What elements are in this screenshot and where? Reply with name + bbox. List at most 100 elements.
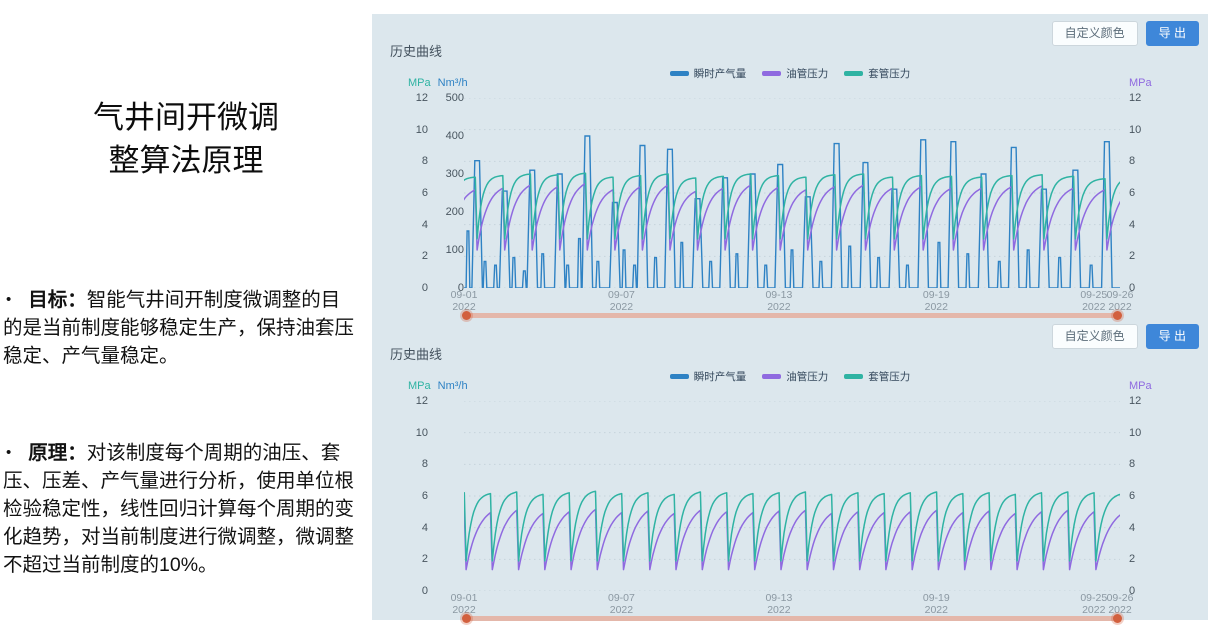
y-axis-mpa-left: 121086420 [400, 401, 428, 591]
bullet-goal: •目标：智能气井间开制度微调整的目的是当前制度能够稳定生产，保持油套压稳定、产气… [3, 286, 359, 370]
y-axis-unit-label: Nm³/h [438, 77, 468, 89]
y-axis-headers-left: MPa Nm³/h [408, 77, 468, 89]
legend-label: 油管压力 [786, 66, 828, 81]
y-axis-unit-label: Nm³/h [438, 380, 468, 392]
y-tick-label: 6 [1129, 490, 1135, 502]
chart-legend: 瞬时产气量 油管压力 套管压力 [372, 66, 1208, 81]
x-tick-label: 09-192022 [923, 593, 950, 616]
y-tick-label: 4 [1129, 522, 1135, 534]
bullet-principle: •原理：对该制度每个周期的油压、套压、压差、产气量进行分析，使用单位根检验稳定性… [3, 439, 359, 579]
x-tick-label: 09-262022 [1107, 593, 1134, 616]
y-tick-label: 0 [422, 585, 428, 597]
slider-handle-left[interactable] [462, 614, 471, 623]
x-tick-label: 09-012022 [451, 593, 478, 616]
y-tick-label: 10 [1129, 427, 1141, 439]
plot-area[interactable] [464, 98, 1120, 288]
bullet-goal-lead: 目标： [28, 289, 87, 311]
x-tick-label: 09-012022 [451, 290, 478, 313]
legend-swatch [844, 374, 863, 379]
y-axis-unit-label: MPa [1129, 77, 1152, 89]
y-tick-label: 4 [422, 522, 428, 534]
custom-color-button[interactable]: 自定义颜色 [1052, 324, 1138, 349]
y-tick-label: 8 [1129, 155, 1135, 167]
y-tick-label: 300 [446, 168, 464, 180]
slide-title-line-1: 气井间开微调 [0, 96, 372, 139]
y-tick-label: 400 [446, 130, 464, 142]
y-tick-label: 12 [416, 92, 428, 104]
legend-label: 瞬时产气量 [694, 66, 747, 81]
time-range-slider[interactable] [464, 614, 1120, 623]
slide-title: 气井间开微调 整算法原理 [0, 96, 372, 182]
plot-area[interactable] [464, 401, 1120, 591]
y-tick-label: 2 [1129, 250, 1135, 262]
x-tick-label: 09-192022 [923, 290, 950, 313]
legend-item[interactable]: 套管压力 [844, 369, 910, 384]
y-axis-headers-left: MPa Nm³/h [408, 380, 468, 392]
legend-label: 油管压力 [786, 369, 828, 384]
custom-color-button[interactable]: 自定义颜色 [1052, 21, 1138, 46]
y-tick-label: 12 [416, 395, 428, 407]
legend-label: 瞬时产气量 [694, 369, 747, 384]
y-tick-label: 6 [422, 490, 428, 502]
x-tick-label: 09-072022 [608, 593, 635, 616]
y-tick-label: 2 [1129, 553, 1135, 565]
y-tick-label: 100 [446, 244, 464, 256]
legend-item[interactable]: 瞬时产气量 [670, 369, 747, 384]
y-tick-label: 2 [422, 553, 428, 565]
history-chart-top: 自定义颜色 导 出 历史曲线 瞬时产气量 油管压力 套管压力 MPa Nm³/h MP… [372, 14, 1208, 317]
chart-toolbar: 自定义颜色 导 出 [1052, 21, 1199, 46]
y-axis-nm3h-left: 5004003002001000 [434, 98, 464, 288]
legend-item[interactable]: 套管压力 [844, 66, 910, 81]
y-axis-nm3h-left [434, 401, 464, 591]
y-tick-label: 12 [1129, 395, 1141, 407]
slide-title-line-2: 整算法原理 [0, 139, 372, 182]
y-tick-label: 8 [422, 458, 428, 470]
export-button[interactable]: 导 出 [1146, 21, 1199, 46]
y-tick-label: 0 [422, 282, 428, 294]
y-axis-mpa-left: 121086420 [400, 98, 428, 288]
x-tick-label: 09-132022 [765, 290, 792, 313]
y-axis-unit-label: MPa [1129, 380, 1152, 392]
slider-handle-right[interactable] [1113, 614, 1122, 623]
y-tick-label: 10 [1129, 124, 1141, 136]
legend-item[interactable]: 瞬时产气量 [670, 66, 747, 81]
legend-swatch [670, 374, 689, 379]
y-axis-unit-label: MPa [408, 380, 431, 392]
y-tick-label: 8 [1129, 458, 1135, 470]
y-axis-headers-right: MPa [1129, 380, 1152, 392]
chart-legend: 瞬时产气量 油管压力 套管压力 [372, 369, 1208, 384]
legend-swatch [670, 71, 689, 76]
legend-swatch [762, 71, 781, 76]
legend-item[interactable]: 油管压力 [762, 66, 828, 81]
y-tick-label: 8 [422, 155, 428, 167]
chart-title: 历史曲线 [390, 41, 442, 60]
x-tick-label: 09-132022 [765, 593, 792, 616]
legend-label: 套管压力 [868, 369, 910, 384]
legend-swatch [844, 71, 863, 76]
export-button[interactable]: 导 出 [1146, 324, 1199, 349]
chart-title: 历史曲线 [390, 344, 442, 363]
series-油管压力 [464, 510, 1120, 570]
slider-track[interactable] [464, 616, 1120, 621]
bullet-marker: • [6, 439, 11, 467]
y-tick-label: 12 [1129, 92, 1141, 104]
bullet-principle-lead: 原理： [28, 442, 87, 464]
y-axis-unit-label: MPa [408, 77, 431, 89]
chart-toolbar: 自定义颜色 导 出 [1052, 324, 1199, 349]
y-tick-label: 4 [1129, 219, 1135, 231]
y-tick-label: 4 [422, 219, 428, 231]
y-axis-mpa-right: 121086420 [1129, 401, 1159, 591]
y-tick-label: 500 [446, 92, 464, 104]
left-text-pane: 气井间开微调 整算法原理 •目标：智能气井间开制度微调整的目的是当前制度能够稳定… [0, 0, 372, 629]
slide: 气井间开微调 整算法原理 •目标：智能气井间开制度微调整的目的是当前制度能够稳定… [0, 0, 1216, 629]
x-tick-label: 09-252022 [1080, 290, 1107, 313]
y-axis-headers-right: MPa [1129, 77, 1152, 89]
bullet-marker: • [6, 286, 11, 314]
legend-item[interactable]: 油管压力 [762, 369, 828, 384]
x-tick-label: 09-262022 [1107, 290, 1134, 313]
history-chart-bottom: 自定义颜色 导 出 历史曲线 瞬时产气量 油管压力 套管压力 MPa Nm³/h MP… [372, 317, 1208, 620]
y-axis-mpa-right: 121086420 [1129, 98, 1159, 288]
y-tick-label: 2 [422, 250, 428, 262]
y-tick-label: 200 [446, 206, 464, 218]
x-tick-label: 09-072022 [608, 290, 635, 313]
